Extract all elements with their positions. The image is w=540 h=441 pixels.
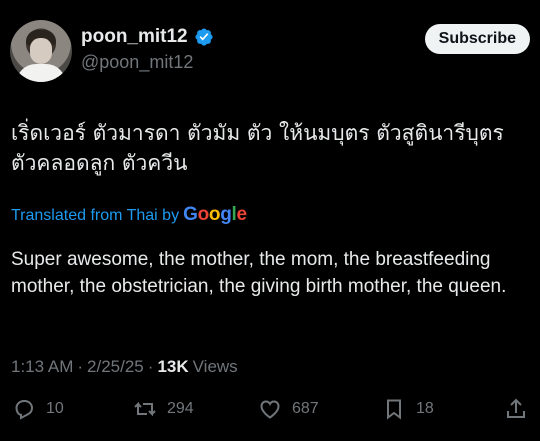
repost-button[interactable]: 294 xyxy=(133,397,194,421)
author-name-row: poon_mit12 xyxy=(81,26,214,48)
translation-attribution[interactable]: Translated from Thai by Google xyxy=(11,204,247,226)
reply-icon xyxy=(15,400,34,420)
like-count: 687 xyxy=(292,400,319,417)
reply-button[interactable]: 10 xyxy=(12,397,64,421)
share-button[interactable] xyxy=(504,397,528,421)
meta-separator: · xyxy=(77,357,84,376)
share-icon xyxy=(507,398,525,418)
avatar[interactable] xyxy=(10,20,72,82)
like-button[interactable]: 687 xyxy=(258,397,319,421)
google-logo: Google xyxy=(183,204,247,225)
reply-count: 10 xyxy=(46,400,64,417)
verified-badge-icon xyxy=(195,28,213,46)
bookmark-button[interactable]: 18 xyxy=(382,397,434,421)
post-date[interactable]: 2/25/25 xyxy=(87,357,144,377)
post-header: poon_mit12 @poon_mit12 Subscribe xyxy=(10,20,530,82)
post-meta: 1:13 AM · 2/25/25 · 13K Views xyxy=(11,357,238,377)
author-display-name[interactable]: poon_mit12 xyxy=(81,26,188,48)
post-original-text: เริ่ดเวอร์ ตัวมารดา ตัวมัม ตัว ให้นมบุตร… xyxy=(11,121,504,175)
translated-from-label: Translated from Thai by xyxy=(11,207,180,224)
subscribe-button[interactable]: Subscribe xyxy=(424,24,530,54)
author-handle[interactable]: @poon_mit12 xyxy=(81,52,193,73)
post-time[interactable]: 1:13 AM xyxy=(11,357,73,377)
views-label: Views xyxy=(192,357,238,376)
bookmark-icon xyxy=(387,399,401,420)
bookmark-count: 18 xyxy=(416,400,434,417)
meta-separator: · xyxy=(147,357,154,376)
post-translation-text: Super awesome, the mother, the mom, the … xyxy=(11,249,507,297)
repost-count: 294 xyxy=(167,400,194,417)
views-count: 13K xyxy=(157,357,189,376)
action-bar: 10 294 687 18 xyxy=(0,397,540,427)
like-icon xyxy=(260,400,280,419)
repost-icon xyxy=(134,401,156,417)
